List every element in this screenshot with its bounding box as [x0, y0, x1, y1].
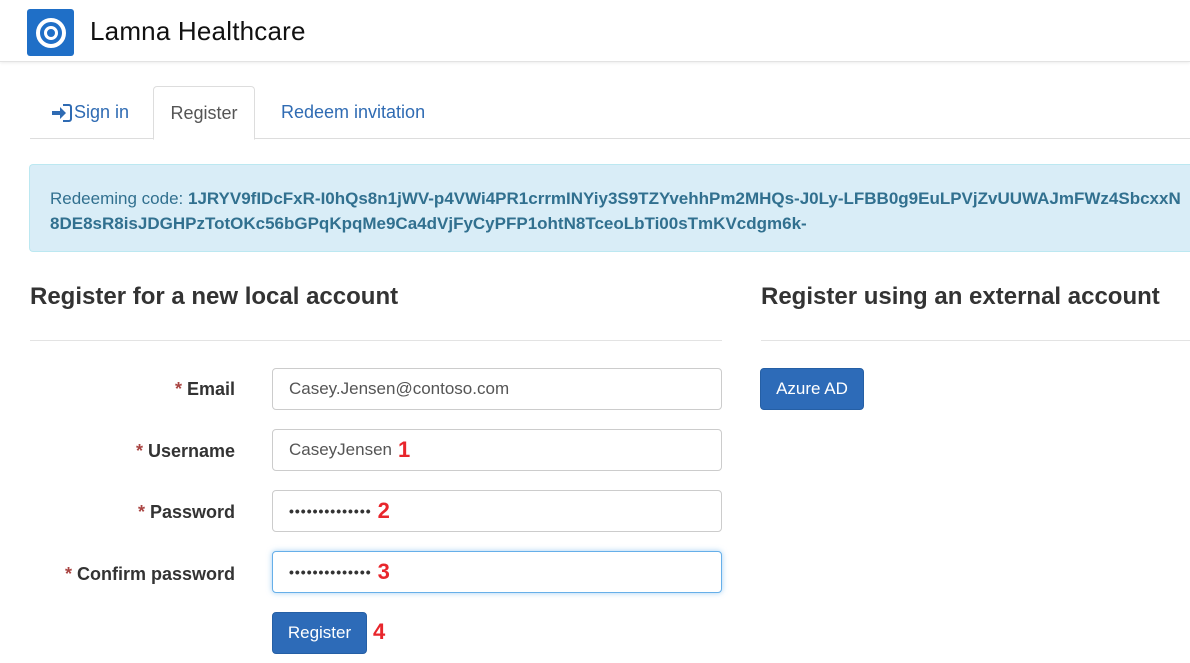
external-account-heading: Register using an external account [761, 283, 1160, 310]
confirm-password-label: * Confirm password [65, 564, 235, 585]
top-header: Lamna Healthcare [0, 0, 1190, 62]
required-marker: * [64, 564, 72, 584]
password-label: * Password [138, 502, 235, 523]
password-label-text: Password [149, 502, 235, 522]
required-marker: * [135, 441, 143, 461]
username-label-text: Username [147, 441, 235, 461]
local-account-heading: Register for a new local account [30, 283, 399, 310]
redeem-code-alert: Redeeming code: 1JRYV9fIDcFxR-I0hQs8n1jW… [29, 164, 1190, 252]
password-field[interactable]: •••••••••••••• 2 [272, 490, 722, 532]
alert-prefix: Redeeming code: [50, 189, 188, 208]
tab-redeem-invitation[interactable]: Redeem invitation [281, 86, 425, 139]
divider [30, 340, 722, 341]
password-value: •••••••••••••• [289, 503, 372, 519]
confirm-password-field[interactable]: •••••••••••••• 3 [272, 551, 722, 593]
tab-register[interactable]: Register [153, 86, 255, 140]
brand-name: Lamna Healthcare [90, 16, 306, 46]
step-marker-3: 3 [377, 559, 390, 584]
redeem-code: 1JRYV9fIDcFxR-I0hQs8n1jWV-p4VWi4PR1crrmI… [50, 189, 1181, 233]
tab-redeem-label: Redeem invitation [281, 102, 426, 122]
tab-sign-in[interactable]: Sign in [50, 86, 129, 139]
username-field[interactable]: CaseyJensen 1 [272, 429, 722, 471]
tab-register-label: Register [170, 102, 238, 123]
account-tabs: Sign in Register Redeem invitation [30, 86, 1190, 140]
sign-in-icon [52, 103, 72, 122]
step-marker-1: 1 [398, 437, 411, 462]
email-field[interactable]: Casey.Jensen@contoso.com [272, 368, 722, 410]
confirm-password-label-text: Confirm password [76, 564, 235, 584]
step-marker-4: 4 [373, 619, 386, 644]
email-label: * Email [175, 379, 235, 400]
lamna-logo-icon [27, 9, 74, 56]
step-marker-2: 2 [377, 498, 390, 523]
required-marker: * [137, 502, 145, 522]
azure-ad-button[interactable]: Azure AD [760, 368, 864, 410]
divider [761, 340, 1190, 341]
register-button[interactable]: Register [272, 612, 367, 654]
email-value: Casey.Jensen@contoso.com [289, 379, 510, 398]
email-label-text: Email [186, 379, 235, 399]
username-label: * Username [136, 441, 235, 462]
required-marker: * [174, 379, 182, 399]
username-value: CaseyJensen [289, 440, 393, 459]
confirm-password-value: •••••••••••••• [289, 564, 372, 580]
tab-sign-in-label: Sign in [74, 102, 130, 122]
